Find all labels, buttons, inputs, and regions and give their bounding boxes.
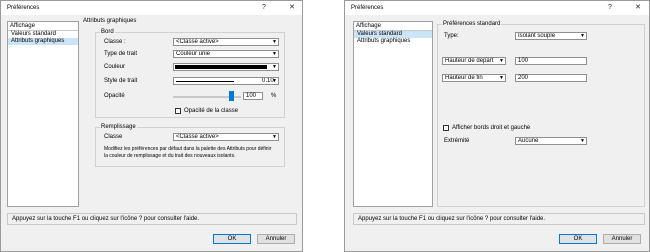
tree-header: Affichage — [354, 22, 432, 31]
chevron-down-icon: ▼ — [499, 58, 504, 64]
status-bar: Appuyez sur la touche F1 ou cliquez sur … — [7, 213, 297, 225]
start-height-select[interactable]: Hauteur de départ ▼ — [442, 57, 506, 65]
extremity-value: Aucune — [518, 138, 539, 144]
color-swatch — [175, 65, 267, 69]
fill-class-select[interactable]: <Classe active> ▼ — [173, 133, 279, 141]
tree-header: Affichage — [8, 22, 78, 31]
line-style-select[interactable]: 0.10 ▼ — [173, 77, 279, 85]
color-select[interactable]: ▼ — [173, 63, 279, 71]
chevron-down-icon: ▼ — [499, 75, 504, 81]
chevron-down-icon: ▼ — [272, 51, 277, 57]
category-tree: Affichage Valeurs standard Attributs gra… — [353, 21, 433, 207]
extremity-select[interactable]: Aucune ▼ — [515, 137, 587, 145]
line-type-label: Type de trait — [104, 51, 138, 57]
chevron-down-icon: ▼ — [272, 64, 277, 70]
border-class-select[interactable]: <Classe active> ▼ — [173, 38, 279, 46]
section-title: Attributs graphiques — [83, 18, 137, 24]
type-select[interactable]: Isolant souple ▼ — [515, 32, 587, 40]
type-label: Type: — [444, 33, 459, 39]
border-class-label: Classe : — [104, 39, 126, 45]
dialog-title: Préférences — [351, 5, 384, 11]
tree-item-attributs-graphiques[interactable]: Attributs graphiques — [8, 38, 78, 45]
close-icon[interactable]: ✕ — [285, 3, 299, 13]
title-bar: Préférences ? ✕ — [345, 1, 649, 15]
preferences-dialog-standard: Préférences ? ✕ Affichage Valeurs standa… — [344, 0, 650, 252]
close-icon[interactable]: ✕ — [631, 3, 645, 13]
status-bar: Appuyez sur la touche F1 ou cliquez sur … — [353, 213, 645, 225]
fill-group-label: Remplissage — [100, 124, 137, 131]
show-edges-checkbox[interactable] — [443, 125, 449, 131]
cancel-button[interactable]: Annuler — [257, 234, 295, 244]
chevron-down-icon: ▼ — [580, 138, 585, 144]
cancel-button[interactable]: Annuler — [603, 234, 641, 244]
chevron-down-icon: ▼ — [272, 78, 277, 84]
border-group-label: Bord — [100, 29, 115, 36]
color-label: Couleur — [104, 64, 126, 70]
class-opacity-label: Opacité de la classe — [184, 108, 239, 114]
fill-class-label: Classe — [104, 134, 123, 140]
opacity-label: Opacité — [104, 93, 125, 99]
title-bar: Préférences ? ✕ — [1, 1, 302, 15]
fill-class-value: <Classe active> — [176, 134, 219, 140]
fill-note-line-2: la couleur de remplissage et du trait de… — [104, 153, 236, 159]
tree-item-valeurs-standard[interactable]: Valeurs standard — [354, 31, 432, 38]
line-style-label: Style de trait — [104, 78, 138, 84]
line-type-value: Couleur unie — [176, 51, 211, 57]
class-opacity-checkbox[interactable] — [175, 108, 181, 114]
opacity-slider-thumb[interactable] — [229, 91, 234, 101]
fill-note-line-1: Modifiez les préférences par défaut dans… — [104, 146, 272, 152]
extremity-label: Extrémité — [444, 138, 470, 144]
start-height-label: Hauteur de départ — [445, 58, 494, 64]
category-tree: Affichage Valeurs standard Attributs gra… — [7, 21, 79, 207]
start-height-input[interactable]: 100 — [515, 57, 587, 65]
chevron-down-icon: ▼ — [272, 39, 277, 45]
section-title: Préférences standard — [442, 21, 502, 28]
ok-button[interactable]: OK — [559, 234, 597, 244]
line-type-select[interactable]: Couleur unie ▼ — [173, 50, 279, 58]
tree-item-valeurs-standard[interactable]: Valeurs standard — [8, 31, 78, 38]
end-height-input[interactable]: 200 — [515, 74, 587, 82]
preferences-dialog-attributes: Préférences ? ✕ Affichage Valeurs standa… — [0, 0, 303, 252]
opacity-unit: % — [271, 93, 277, 99]
border-class-value: <Classe active> — [176, 39, 219, 45]
opacity-input[interactable]: 100 — [243, 92, 263, 100]
show-edges-label: Afficher bords droit et gauche — [452, 125, 531, 131]
end-height-label: Hauteur de fin — [445, 75, 483, 81]
type-value: Isolant souple — [518, 33, 556, 39]
dialog-title: Préférences — [7, 5, 40, 11]
chevron-down-icon: ▼ — [272, 134, 277, 140]
help-icon[interactable]: ? — [603, 3, 617, 13]
chevron-down-icon: ▼ — [580, 33, 585, 39]
standard-preferences-group: Préférences standard — [437, 21, 645, 207]
end-height-select[interactable]: Hauteur de fin ▼ — [442, 74, 506, 82]
ok-button[interactable]: OK — [213, 234, 251, 244]
line-preview — [176, 81, 234, 82]
tree-item-attributs-graphiques[interactable]: Attributs graphiques — [354, 38, 432, 45]
help-icon[interactable]: ? — [257, 3, 271, 13]
